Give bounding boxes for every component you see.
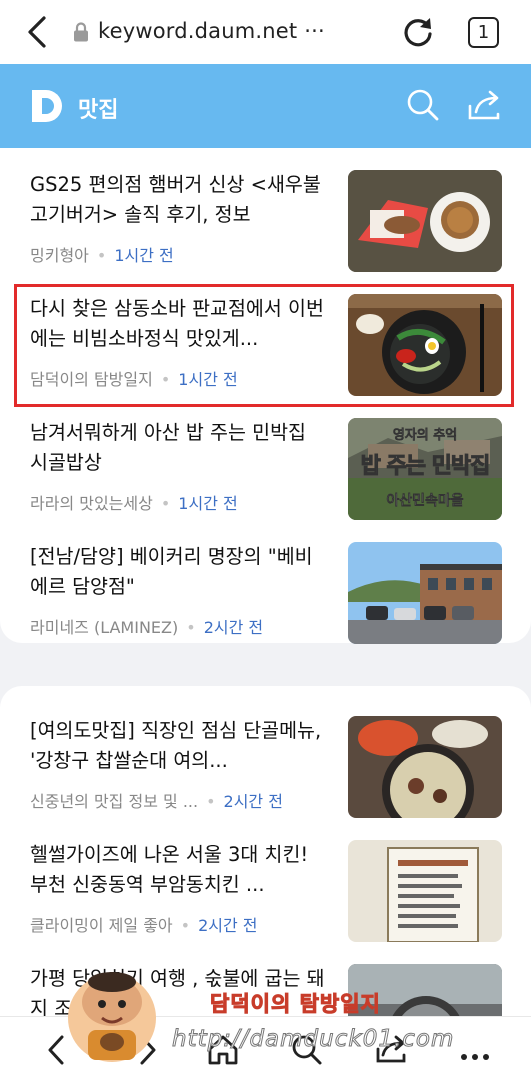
article-thumbnail[interactable] <box>348 542 502 644</box>
address-bar-url[interactable]: keyword.daum.net ··· <box>98 19 325 43</box>
article-source: 클라이밍이 제일 좋아 <box>30 916 173 935</box>
article-title[interactable]: GS25 편의점 햄버거 신상 <새우불고기버거> 솔직 후기, 정보 <box>30 170 330 230</box>
article-time: 2시간 전 <box>203 618 264 637</box>
back-icon[interactable] <box>22 14 56 50</box>
article-list-card-1: GS25 편의점 햄버거 신상 <새우불고기버거> 솔직 후기, 정보 밍키형아… <box>0 148 531 646</box>
thumbnail-caption: 밥 주는 민박집 <box>360 454 491 480</box>
thumbnail-caption: 영자의 추억 <box>392 428 458 444</box>
thumbnail-caption: 아산민속마을 <box>386 493 464 510</box>
list-item[interactable]: GS25 편의점 햄버거 신상 <새우불고기버거> 솔직 후기, 정보 밍키형아… <box>30 170 502 274</box>
article-time: 2시간 전 <box>198 916 258 935</box>
highlight-box <box>14 284 514 407</box>
article-meta: 라라의 맛있는세상 • 1시간 전 <box>30 494 238 513</box>
search-icon[interactable] <box>406 88 440 122</box>
article-meta: 신중년의 맛집 정보 및 ... • 2시간 전 <box>30 792 283 811</box>
article-time: 1시간 전 <box>114 246 174 265</box>
tabs-icon[interactable]: 1 <box>468 17 499 48</box>
list-item[interactable]: [전남/담양] 베이커리 명장의 "베비에르 담양점" 라미네즈 (LAMINE… <box>30 542 502 646</box>
article-source: 라미네즈 (LAMINEZ) <box>30 618 179 637</box>
daum-logo[interactable] <box>30 88 66 124</box>
page-title: 맛집 <box>78 98 119 123</box>
reload-icon[interactable] <box>400 14 436 50</box>
article-title[interactable]: 헬썰가이즈에 나온 서울 3대 치킨! 부천 신중동역 부암동치킨 ... <box>30 840 330 900</box>
article-thumbnail[interactable] <box>348 840 502 942</box>
article-thumbnail[interactable]: 영자의 추억 밥 주는 민박집 아산민속마을 <box>348 418 502 520</box>
lock-icon <box>74 22 88 42</box>
share-icon[interactable] <box>466 88 502 122</box>
list-item[interactable]: 헬썰가이즈에 나온 서울 3대 치킨! 부천 신중동역 부암동치킨 ... 클라… <box>30 840 502 944</box>
browser-toolbar: keyword.daum.net ··· 1 <box>0 0 531 64</box>
watermark-url: http://damduck01.com <box>171 1026 455 1053</box>
article-time: 2시간 전 <box>223 792 283 811</box>
article-source: 라라의 맛있는세상 <box>30 494 153 513</box>
article-meta: 라미네즈 (LAMINEZ) • 2시간 전 <box>30 618 264 637</box>
page: keyword.daum.net ··· 1 맛집 GS25 편의점 햄버거 신… <box>0 0 531 1080</box>
article-source: 밍키형아 <box>30 246 89 265</box>
article-time: 1시간 전 <box>178 494 238 513</box>
daum-header: 맛집 <box>0 64 531 148</box>
article-thumbnail[interactable] <box>348 716 502 818</box>
article-title[interactable]: 남겨서뭐하게 아산 밥 주는 민박집 시골밥상 <box>30 418 330 478</box>
list-item[interactable]: 남겨서뭐하게 아산 밥 주는 민박집 시골밥상 라라의 맛있는세상 • 1시간 전 … <box>30 418 502 522</box>
article-meta: 클라이밍이 제일 좋아 • 2시간 전 <box>30 916 258 935</box>
article-title[interactable]: [여의도맛집] 직장인 점심 단골메뉴, '강창구 찹쌀순대 여의... <box>30 716 330 776</box>
list-item[interactable]: [여의도맛집] 직장인 점심 단골메뉴, '강창구 찹쌀순대 여의... 신중년… <box>30 716 502 820</box>
watermark-name: 담덕이의 탐방일지 <box>210 991 381 1017</box>
watermark-avatar <box>68 972 156 1062</box>
article-meta: 밍키형아 • 1시간 전 <box>30 246 174 265</box>
article-title[interactable]: [전남/담양] 베이커리 명장의 "베비에르 담양점" <box>30 542 330 602</box>
tab-count: 1 <box>477 22 490 43</box>
article-source: 신중년의 맛집 정보 및 ... <box>30 792 199 811</box>
menu-icon[interactable] <box>458 1033 492 1067</box>
article-thumbnail[interactable] <box>348 170 502 272</box>
